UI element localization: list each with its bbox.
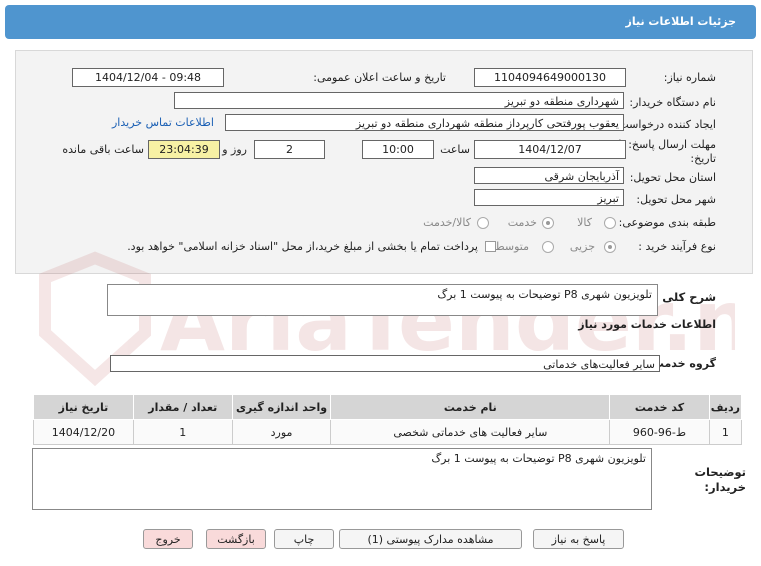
remaining-time-field: 23:04:39 bbox=[148, 140, 220, 159]
cell-service-code: ط-96-960 bbox=[609, 419, 710, 445]
col-row: ردیف bbox=[708, 394, 743, 420]
need-number-label: شماره نیاز: bbox=[663, 71, 716, 84]
announce-field: 1404/12/04 - 09:48 bbox=[72, 68, 224, 87]
buyer-notes-label: توضیحات bbox=[694, 465, 747, 479]
days-field: 2 bbox=[254, 140, 325, 159]
col-service-name: نام خدمت bbox=[330, 394, 611, 420]
attachments-button[interactable]: مشاهده مدارک پیوستی (1) bbox=[339, 529, 522, 549]
deadline-label-2: تاریخ: bbox=[690, 152, 716, 165]
col-service-code: کد خدمت bbox=[609, 394, 710, 420]
deadline-time-field: 10:00 bbox=[362, 140, 434, 159]
province-field: آذربایجان شرقی bbox=[474, 167, 624, 184]
buyer-notes-label-2: خریدار: bbox=[704, 480, 746, 494]
back-button[interactable]: بازگشت bbox=[206, 529, 266, 549]
announce-label: تاریخ و ساعت اعلان عمومی: bbox=[313, 71, 446, 84]
print-button[interactable]: چاپ bbox=[274, 529, 334, 549]
remaining-label: ساعت باقی مانده bbox=[62, 143, 144, 156]
title-bar: جزئیات اطلاعات نیاز bbox=[5, 5, 756, 39]
need-number-field: 1104094649000130 bbox=[474, 68, 626, 87]
contact-buyer-link[interactable]: اطلاعات تماس خریدار bbox=[112, 116, 214, 129]
category-option-goods: کالا bbox=[577, 216, 592, 229]
province-label: استان محل تحویل: bbox=[629, 171, 716, 184]
category-radio-goods-service[interactable] bbox=[477, 217, 489, 229]
buyer-org-label: نام دستگاه خریدار: bbox=[629, 96, 716, 109]
cell-service-name: سایر فعالیت های خدماتی شخصی bbox=[330, 419, 611, 445]
col-unit: واحد اندازه گیری bbox=[231, 394, 332, 420]
creator-label: ایجاد کننده درخواست: bbox=[614, 118, 716, 131]
time-label: ساعت bbox=[440, 143, 470, 156]
city-label: شهر محل تحویل: bbox=[636, 193, 716, 206]
deadline-label: مهلت ارسال پاسخ: تا bbox=[618, 138, 716, 151]
city-field: تبریز bbox=[474, 189, 624, 206]
buyer-notes-field: تلویزیون شهری P8 توضیحات به پیوست 1 برگ bbox=[32, 448, 652, 510]
cell-row: 1 bbox=[708, 419, 743, 445]
category-option-service: خدمت bbox=[507, 216, 537, 229]
buyer-org-field: شهرداری منطقه دو تبریز bbox=[174, 92, 624, 109]
cell-need-date: 1404/12/20 bbox=[33, 419, 134, 445]
col-need-date: تاریخ نیاز bbox=[33, 394, 134, 420]
creator-field: یعقوب پورفتحی کارپرداز منطقه شهرداری منط… bbox=[225, 114, 624, 131]
category-radio-goods[interactable] bbox=[604, 217, 616, 229]
category-option-goods-service: کالا/خدمت bbox=[423, 216, 471, 229]
page-title: جزئیات اطلاعات نیاز bbox=[625, 15, 737, 28]
cell-quantity: 1 bbox=[132, 419, 233, 445]
cell-unit: مورد bbox=[231, 419, 332, 445]
days-label: روز و bbox=[222, 143, 247, 156]
deadline-date-field: 1404/12/07 bbox=[474, 140, 626, 159]
table-header-row: تاریخ نیاز تعداد / مقدار واحد اندازه گیر… bbox=[33, 394, 743, 420]
exit-button[interactable]: خروج bbox=[143, 529, 193, 549]
reply-button[interactable]: پاسخ به نیاز bbox=[533, 529, 624, 549]
category-label: طبقه بندی موضوعی: bbox=[618, 216, 716, 229]
services-table: تاریخ نیاز تعداد / مقدار واحد اندازه گیر… bbox=[33, 394, 743, 445]
table-row: 1404/12/20 1 مورد سایر فعالیت های خدماتی… bbox=[33, 419, 743, 445]
services-section-title: اطلاعات خدمات مورد نیاز bbox=[578, 318, 716, 331]
service-group-field: سایر فعالیت‌های خدماتی bbox=[110, 355, 660, 372]
description-field: تلویزیون شهری P8 توضیحات به پیوست 1 برگ bbox=[107, 284, 658, 316]
category-radio-service[interactable] bbox=[542, 217, 554, 229]
col-quantity: تعداد / مقدار bbox=[132, 394, 233, 420]
